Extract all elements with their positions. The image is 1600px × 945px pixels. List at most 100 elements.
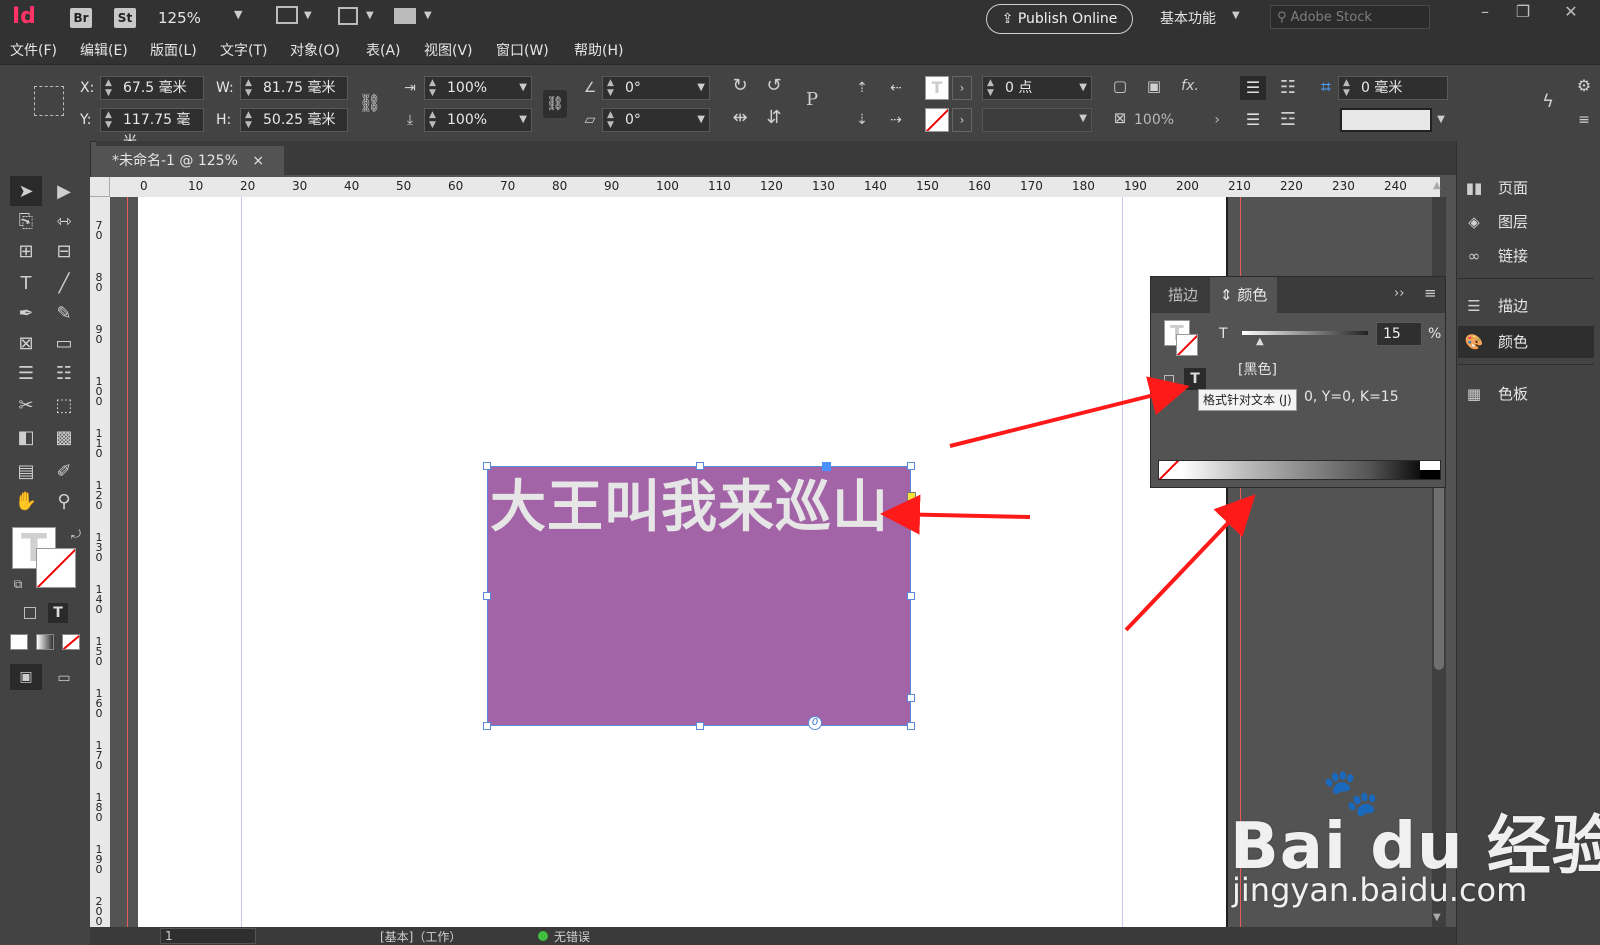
shadow-box-icon[interactable]: ▣	[1142, 74, 1166, 98]
scroll-up-icon[interactable]: ▲	[1433, 180, 1441, 191]
horizontal-grid-tool-icon[interactable]: ☰	[14, 362, 38, 386]
text-wrap-alt-icon[interactable]: ☲	[1276, 108, 1300, 132]
select-previous-icon[interactable]: ⇠	[884, 76, 908, 100]
preflight-profile[interactable]: [基本]（工作）	[380, 928, 461, 945]
corner-options-handle[interactable]	[907, 492, 916, 501]
scale-x-field[interactable]: ▲ ▼ 100% ▼	[424, 76, 532, 100]
tab-document[interactable]: *未命名-1 @ 125% ×	[96, 146, 284, 176]
x-spinner-icon[interactable]: ▲ ▼	[105, 78, 112, 98]
ruler-origin[interactable]	[90, 177, 110, 197]
swap-fill-stroke-icon[interactable]: ⤾	[64, 522, 88, 546]
gap-tool-icon[interactable]: ⇿	[52, 210, 76, 234]
scissors-tool-icon[interactable]: ✂	[14, 394, 38, 418]
scale-y-chevron-icon[interactable]: ▼	[519, 109, 527, 131]
zoom-level[interactable]: 125%	[158, 9, 201, 27]
flip-vertical-icon[interactable]: ⇵	[762, 106, 786, 130]
dock-item-color[interactable]: 🎨 颜色	[1458, 326, 1594, 358]
dock-item-links[interactable]: ∞ 链接	[1462, 240, 1592, 272]
scale-x-chevron-icon[interactable]: ▼	[519, 77, 527, 99]
stroke-color-none-swatch[interactable]	[36, 548, 76, 588]
opacity-chevron-icon[interactable]: ›	[1214, 108, 1220, 132]
color-panel-menu-icon[interactable]: ≡	[1424, 284, 1437, 302]
screen-mode-chevron-icon[interactable]: ▼	[366, 10, 374, 21]
opacity-field[interactable]: 100% ›	[1134, 108, 1224, 132]
tint-slider-thumb-icon[interactable]: ▲	[1256, 336, 1264, 347]
direct-selection-tool-icon[interactable]: ▶	[52, 180, 76, 204]
type-tool-icon[interactable]: T	[14, 272, 38, 296]
content-placer-icon[interactable]: ⊟	[52, 240, 76, 264]
menu-table[interactable]: 表(A)	[366, 40, 401, 60]
stroke-weight-spinner-icon[interactable]: ▲ ▼	[987, 78, 994, 98]
pen-tool-icon[interactable]: ✒	[14, 302, 38, 326]
shear-spinner-icon[interactable]: ▲ ▼	[607, 110, 614, 130]
constrain-scale-icon[interactable]: ⛓	[543, 90, 567, 118]
in-port-handle[interactable]	[822, 462, 831, 471]
resize-handle[interactable]	[907, 462, 915, 470]
out-port-handle[interactable]	[907, 694, 915, 702]
y-spinner-icon[interactable]: ▲ ▼	[105, 110, 112, 130]
hand-tool-icon[interactable]: ✋	[14, 490, 38, 514]
resize-handle[interactable]	[907, 592, 915, 600]
menu-object[interactable]: 对象(O)	[290, 40, 340, 60]
constrain-proportions-icon[interactable]: ⛓	[358, 92, 382, 116]
offset-spinner-icon[interactable]: ▲ ▼	[1343, 78, 1350, 98]
width-field[interactable]: ▲ ▼ 81.75 毫米	[240, 76, 348, 100]
panel-menu-icon[interactable]: ≡	[1572, 108, 1596, 132]
align-center-icon[interactable]: ☷	[1276, 76, 1300, 100]
menu-view[interactable]: 视图(V)	[424, 40, 473, 60]
page-number-field[interactable]: 1	[160, 928, 256, 944]
rotate-cw-icon[interactable]: ↻	[728, 74, 752, 98]
publish-online-button[interactable]: ⇪ Publish Online	[986, 4, 1133, 34]
rectangle-tool-icon[interactable]: ▭	[52, 332, 76, 356]
vertical-ruler[interactable]: 7 0 8 0 9 0 1 0 0 1 1 0 1 2 0 1 3 0 1 4 …	[90, 197, 111, 945]
menu-window[interactable]: 窗口(W)	[496, 40, 549, 60]
y-position-field[interactable]: ▲▼117.75 毫米	[100, 108, 204, 150]
shear-field[interactable]: ▲ ▼ 0° ▼	[602, 108, 710, 132]
resize-handle[interactable]	[483, 592, 491, 600]
formatting-affects-text-icon[interactable]: T	[48, 603, 68, 623]
restore-icon[interactable]: ❐	[1508, 2, 1538, 24]
panel-stroke-none-swatch[interactable]	[1176, 334, 1198, 356]
panel-format-container-icon[interactable]	[1164, 375, 1174, 385]
zoom-tool-icon[interactable]: ⚲	[52, 490, 76, 514]
frame-text[interactable]: 大王叫我来巡山	[490, 462, 889, 543]
scale-y-spinner-icon[interactable]: ▲ ▼	[429, 110, 436, 130]
flip-horizontal-icon[interactable]: ⇹	[728, 106, 752, 130]
tint-value-field[interactable]: 15	[1376, 322, 1422, 346]
color-ramp[interactable]	[1158, 460, 1441, 480]
rotation-spinner-icon[interactable]: ▲ ▼	[607, 78, 614, 98]
tab-close-icon[interactable]: ×	[252, 153, 264, 169]
stroke-type-dropdown[interactable]: ▼	[982, 108, 1092, 132]
tab-stroke[interactable]: 描边	[1158, 277, 1208, 313]
pencil-tool-icon[interactable]: ✎	[52, 302, 76, 326]
tab-color[interactable]: ⇕ 颜色	[1210, 277, 1278, 313]
select-container-icon[interactable]: ⇡	[850, 76, 874, 100]
ramp-black-swatch[interactable]	[1420, 470, 1440, 479]
resize-handle[interactable]	[483, 722, 491, 730]
preflight-status[interactable]: 无错误	[554, 928, 590, 945]
screen-mode-icon[interactable]	[338, 7, 358, 25]
arrange-chevron-icon[interactable]: ▼	[424, 10, 432, 21]
default-fill-stroke-icon[interactable]: ⧉	[6, 572, 30, 596]
collapse-panel-icon[interactable]: ››	[1394, 286, 1404, 301]
object-style-preview[interactable]	[1340, 108, 1432, 132]
bridge-button[interactable]: Br	[70, 8, 92, 28]
gradient-feather-tool-icon[interactable]: ▩	[52, 426, 76, 450]
normal-view-mode-icon[interactable]: ▣	[10, 664, 42, 690]
effects-fx-icon[interactable]: fx.	[1178, 74, 1202, 98]
offset-field[interactable]: ▲ ▼ 0 毫米	[1338, 76, 1448, 100]
dock-item-swatches[interactable]: ▦ 色板	[1462, 378, 1592, 410]
x-position-field[interactable]: ▲ ▼ 67.5 毫米	[100, 76, 204, 100]
menu-layout[interactable]: 版面(L)	[150, 40, 197, 60]
stroke-weight-chevron-icon[interactable]: ▼	[1079, 77, 1087, 99]
apply-none-icon[interactable]	[62, 634, 80, 650]
menu-help[interactable]: 帮助(H)	[574, 40, 623, 60]
resize-handle[interactable]	[483, 462, 491, 470]
stock-button[interactable]: St	[114, 8, 136, 28]
panel-format-text-icon[interactable]: T	[1184, 368, 1206, 390]
dock-item-stroke[interactable]: ☰ 描边	[1462, 290, 1592, 322]
note-tool-icon[interactable]: ▤	[14, 460, 38, 484]
fill-swatch-icon[interactable]: T	[925, 76, 949, 100]
adobe-stock-search-input[interactable]: ⚲ Adobe Stock	[1270, 5, 1430, 29]
resize-handle[interactable]	[696, 462, 704, 470]
